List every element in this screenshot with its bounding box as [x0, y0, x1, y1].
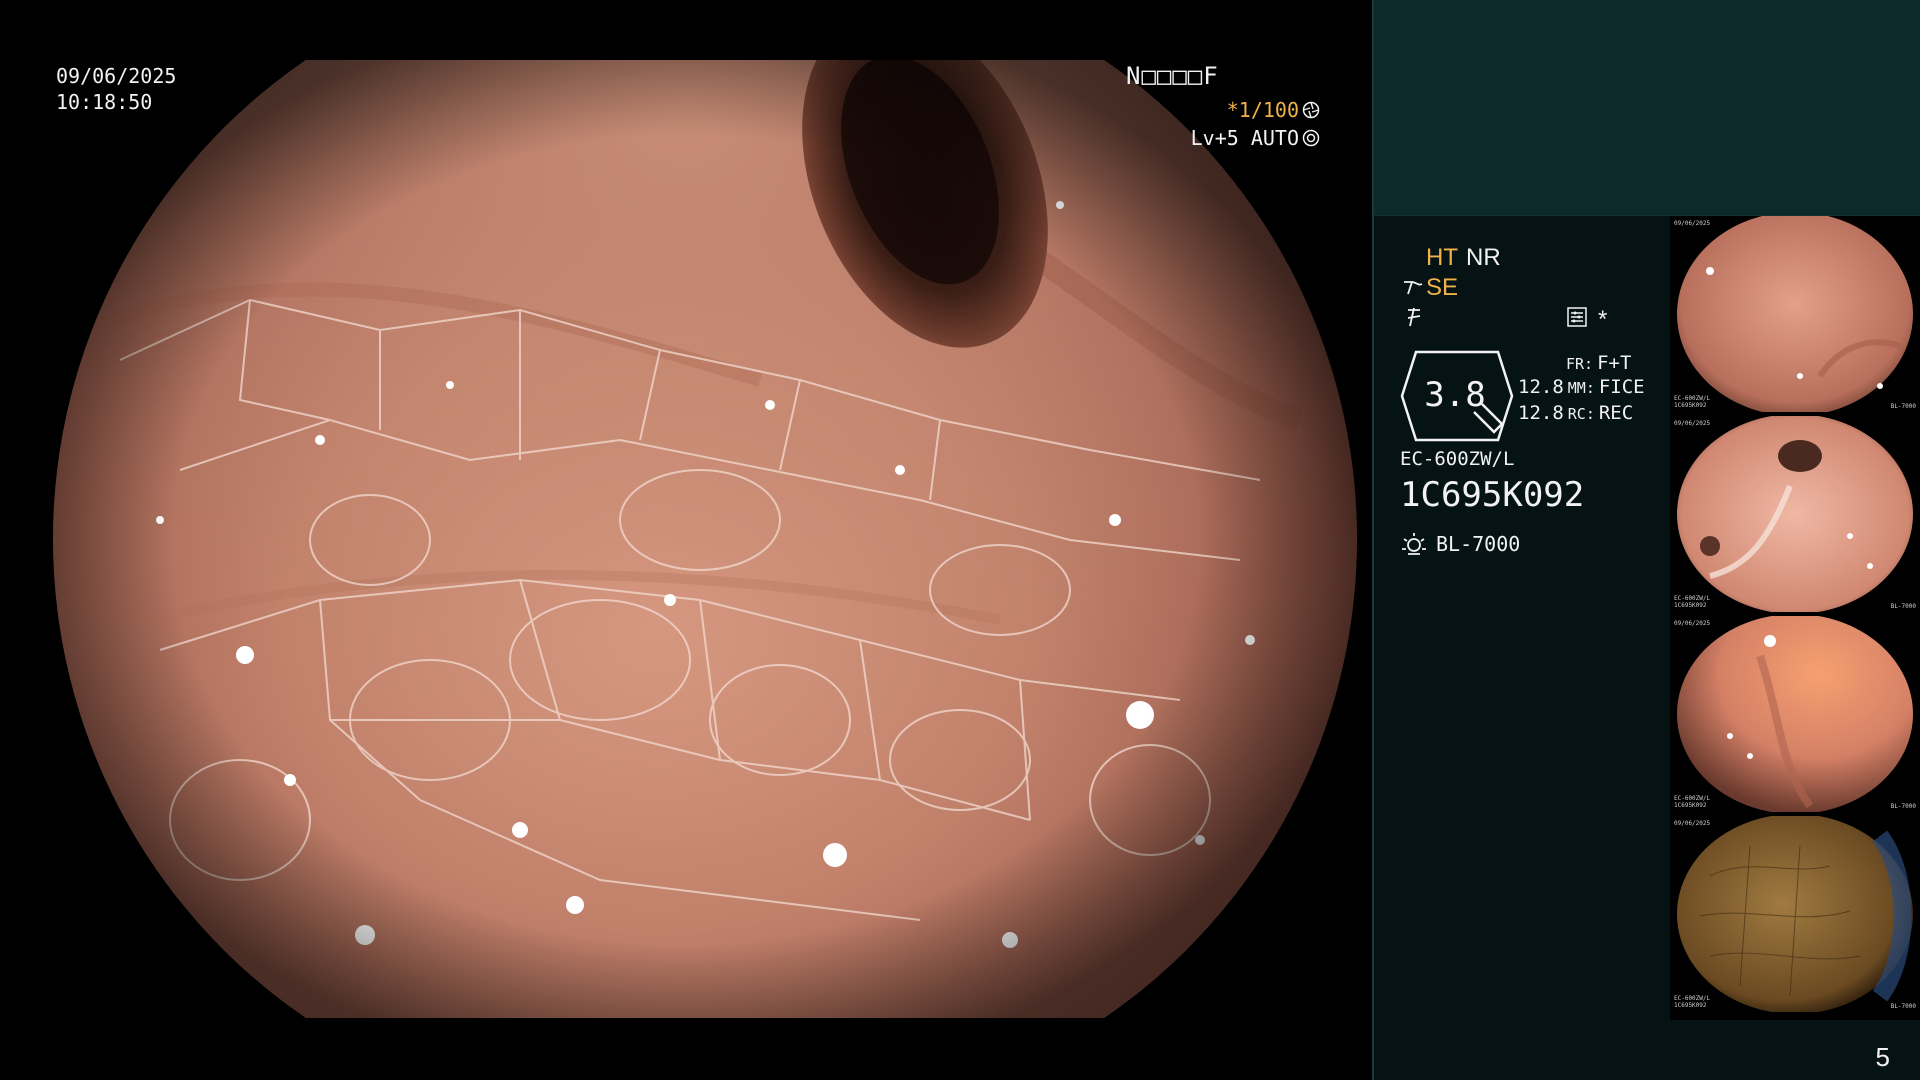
light-source-icon: [1402, 533, 1426, 555]
thumbnail-mucosa-image: [1677, 216, 1913, 412]
exam-date: 09/06/2025: [56, 64, 177, 88]
endoscope-view: 09/06/2025 10:18:50 N□□□□F *1/100 Lv+5 A…: [0, 0, 1372, 1080]
light-level-value: Lv+5 AUTO: [1190, 126, 1299, 150]
star-indicator: *: [1598, 306, 1608, 333]
thumb-model: EC-600ZW/L: [1674, 395, 1711, 402]
exam-time: 10:18:50: [56, 90, 153, 114]
thumbnail-mucosa-image: [1677, 416, 1913, 612]
thumb-model: EC-600ZW/L: [1674, 595, 1711, 602]
shutter-icon: [1302, 101, 1320, 119]
structure-enhance-icon: [1404, 281, 1423, 295]
fr-value: F+T: [1597, 352, 1632, 374]
thumb-light: BL-7000: [1890, 603, 1916, 610]
captured-images-column: 09/06/2025 EC-600ZW/L 1C695K092 BL-7000 …: [1670, 216, 1920, 1020]
iris-icon: [1302, 129, 1320, 147]
rc-pre: 12.8: [1518, 402, 1564, 424]
shutter-value: *1/100: [1226, 98, 1299, 122]
thumb-serial: 1C695K092: [1674, 1002, 1707, 1009]
mm-value: FICE: [1598, 376, 1645, 398]
thumbnail-fice-image: [1677, 816, 1913, 1012]
thumb-date: 09/06/2025: [1674, 220, 1711, 227]
thumb-serial: 1C695K092: [1674, 802, 1707, 809]
thumbnail-image[interactable]: 09/06/2025 EC-600ZW/L 1C695K092 BL-7000: [1670, 416, 1920, 612]
thumb-model: EC-600ZW/L: [1674, 995, 1711, 1002]
thumbnail-mucosa-image: [1677, 616, 1913, 812]
light-level-indicator: Lv+5 AUTO: [1191, 128, 1320, 148]
thumb-light: BL-7000: [1890, 1003, 1916, 1010]
fr-key: FR:: [1566, 355, 1594, 373]
rc-row: 12.8 RC: REC: [1518, 402, 1633, 424]
se-mode-label: SE: [1426, 274, 1459, 301]
shutter-indicator: *1/100: [1227, 100, 1320, 120]
scope-serial: 1C695K092: [1400, 475, 1585, 515]
nr-mode-label: NR: [1466, 244, 1501, 271]
thumb-serial: 1C695K092: [1674, 402, 1707, 409]
light-source-model: BL-7000: [1436, 532, 1521, 556]
thumb-model: EC-600ZW/L: [1674, 795, 1711, 802]
thumbnail-image[interactable]: 09/06/2025 EC-600ZW/L 1C695K092 BL-7000: [1670, 816, 1920, 1012]
rc-key: RC:: [1567, 405, 1595, 423]
mm-key: MM:: [1567, 379, 1595, 397]
thumb-light: BL-7000: [1890, 803, 1916, 810]
zoom-value: 3.8: [1424, 375, 1486, 415]
mm-pre: 12.8: [1518, 376, 1564, 398]
panel-header-area: [1372, 0, 1920, 216]
scope-settings-panel: HT NR SE * 3.8 FR: F+T 12.8 MM: FICE 12.…: [1372, 216, 1670, 1080]
thumbnail-image[interactable]: 09/06/2025 EC-600ZW/L 1C695K092 BL-7000: [1670, 616, 1920, 812]
thumb-serial: 1C695K092: [1674, 602, 1707, 609]
filter-icon: [1567, 307, 1587, 327]
ht-mode-label: HT: [1426, 244, 1458, 271]
mm-row: 12.8 MM: FICE: [1518, 376, 1645, 398]
color-mode-icon: [1407, 307, 1421, 327]
endoscopic-image: [53, 60, 1357, 1018]
thumb-date: 09/06/2025: [1674, 620, 1711, 627]
scope-model: EC-600ZW/L: [1400, 448, 1515, 470]
thumbnail-image[interactable]: 09/06/2025 EC-600ZW/L 1C695K092 BL-7000: [1670, 216, 1920, 412]
page-number: 5: [1875, 1042, 1890, 1072]
thumb-date: 09/06/2025: [1674, 820, 1711, 827]
patient-id: N□□□□F: [1126, 62, 1219, 90]
thumb-date: 09/06/2025: [1674, 420, 1711, 427]
rc-value: REC: [1598, 402, 1634, 424]
thumb-light: BL-7000: [1890, 403, 1916, 410]
fr-row: FR: F+T: [1566, 352, 1631, 374]
